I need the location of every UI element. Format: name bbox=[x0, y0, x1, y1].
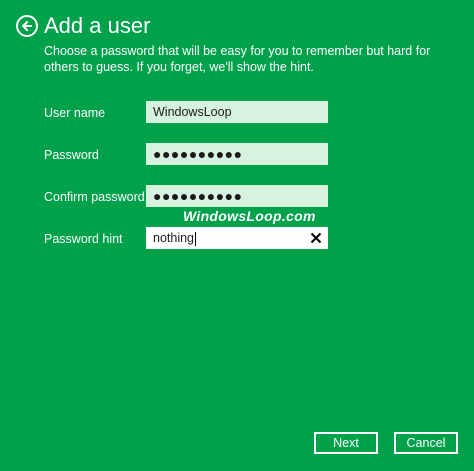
watermark-text: WindowsLoop.com bbox=[183, 208, 316, 224]
page-description: Choose a password that will be easy for … bbox=[44, 44, 431, 74]
cancel-button[interactable]: Cancel bbox=[394, 432, 458, 454]
username-value: WindowsLoop bbox=[153, 105, 232, 119]
password-label: Password bbox=[44, 148, 99, 162]
password-hint-label: Password hint bbox=[44, 232, 123, 246]
confirm-password-input[interactable]: ●●●●●●●●●● bbox=[146, 185, 328, 207]
password-value: ●●●●●●●●●● bbox=[153, 146, 243, 162]
back-button[interactable] bbox=[16, 15, 38, 37]
username-input[interactable]: WindowsLoop bbox=[146, 101, 328, 123]
password-input[interactable]: ●●●●●●●●●● bbox=[146, 143, 328, 165]
page-title: Add a user bbox=[44, 13, 151, 38]
confirm-password-label: Confirm password bbox=[44, 190, 145, 204]
confirm-password-value: ●●●●●●●●●● bbox=[153, 188, 243, 204]
clear-hint-button[interactable] bbox=[309, 231, 323, 245]
next-button[interactable]: Next bbox=[314, 432, 378, 454]
arrow-left-icon bbox=[21, 20, 32, 32]
password-hint-value: nothing bbox=[153, 231, 195, 245]
password-hint-input[interactable]: nothing bbox=[146, 227, 328, 249]
username-label: User name bbox=[44, 106, 106, 120]
close-icon bbox=[310, 232, 322, 244]
text-caret bbox=[195, 231, 197, 246]
add-user-page: Add a user Choose a password that will b… bbox=[0, 0, 474, 471]
